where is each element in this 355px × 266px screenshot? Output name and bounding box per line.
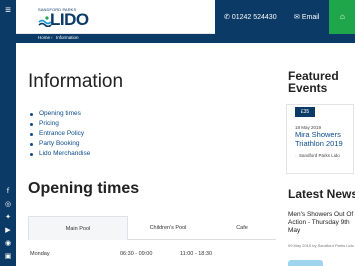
event-name[interactable]: Mira Showers Triathlon 2019: [295, 130, 355, 148]
event-location: ◌ Sandford Parks Lido: [295, 153, 351, 159]
site-header: SANDFORD PARKS LIDO ✆ 01242 524430 ✉ Ema…: [16, 0, 355, 34]
facebook-icon[interactable]: f: [4, 188, 12, 195]
event-location-text: Sandford Parks Lido: [298, 153, 340, 158]
event-card[interactable]: £35 18 May 2019 Mira Showers Triathlon 2…: [286, 104, 354, 174]
link-opening-times[interactable]: Opening times: [30, 109, 90, 119]
breadcrumb-separator: ›: [51, 35, 53, 40]
link-party-booking[interactable]: Party Booking: [30, 139, 90, 149]
link-pricing[interactable]: Pricing: [30, 119, 90, 129]
phone-icon: ✆: [224, 14, 230, 21]
tripadvisor-icon[interactable]: ◉: [4, 240, 12, 247]
row-day: Monday: [30, 251, 50, 257]
action-icon: ⌂: [340, 12, 345, 21]
contact-bar: ✆ 01242 524430 ✉ Email ⌂: [215, 0, 355, 34]
left-rail: ≡ f ◎ ✦ ▶ ◉ ▣: [0, 0, 16, 266]
page-title: Information: [28, 71, 124, 92]
logo-big-text: LIDO: [50, 10, 89, 29]
breadcrumb-home[interactable]: Home: [38, 35, 50, 40]
news-meta: 09 May 2019 by Sandford Parks Lido: [288, 243, 355, 248]
event-price-badge: £35: [295, 107, 315, 117]
tab-childrens-pool[interactable]: Children's Pool: [128, 216, 208, 240]
featured-events-heading: Featured Events: [288, 69, 339, 95]
row-slot-2: 11:00 - 18:30: [180, 251, 213, 257]
opening-times-tabs: Main Pool Children's Pool Cafe: [28, 216, 276, 240]
read-more-button[interactable]: [288, 260, 323, 266]
hamburger-menu-icon[interactable]: ≡: [3, 6, 13, 16]
envelope-icon: ✉: [294, 14, 300, 21]
news-headline[interactable]: Men's Showers Out Of Action - Thursday 9…: [288, 211, 355, 235]
link-lido-merchandise[interactable]: Lido Merchandise: [30, 149, 90, 159]
phone-number: 01242 524430: [231, 14, 277, 21]
tab-cafe[interactable]: Cafe: [208, 216, 276, 240]
location-pin-icon: ◌: [295, 153, 298, 158]
breadcrumb: Home › Information: [16, 34, 355, 43]
tab-main-pool[interactable]: Main Pool: [28, 216, 128, 240]
action-button[interactable]: ⌂: [329, 0, 355, 34]
news-by: by: [312, 243, 317, 248]
info-link-list: Opening times Pricing Entrance Policy Pa…: [30, 109, 90, 159]
email-label: Email: [301, 14, 320, 21]
news-source: Sandford Parks Lido: [317, 243, 354, 248]
twitter-icon[interactable]: ✦: [4, 214, 12, 221]
youtube-icon[interactable]: ▶: [4, 227, 12, 234]
linkedin-icon[interactable]: ▣: [4, 253, 12, 260]
link-entrance-policy[interactable]: Entrance Policy: [30, 129, 90, 139]
breadcrumb-current: Information: [56, 35, 79, 40]
site-logo[interactable]: SANDFORD PARKS LIDO: [36, 7, 96, 29]
instagram-icon[interactable]: ◎: [4, 201, 12, 208]
row-slot-1: 06:30 - 09:00: [120, 251, 153, 257]
latest-news-heading: Latest News: [288, 187, 355, 201]
phone-link[interactable]: ✆ 01242 524430: [224, 13, 277, 21]
email-link[interactable]: ✉ Email: [294, 13, 319, 21]
news-date: 09 May 2019: [288, 243, 312, 248]
opening-times-heading: Opening times: [28, 180, 140, 197]
